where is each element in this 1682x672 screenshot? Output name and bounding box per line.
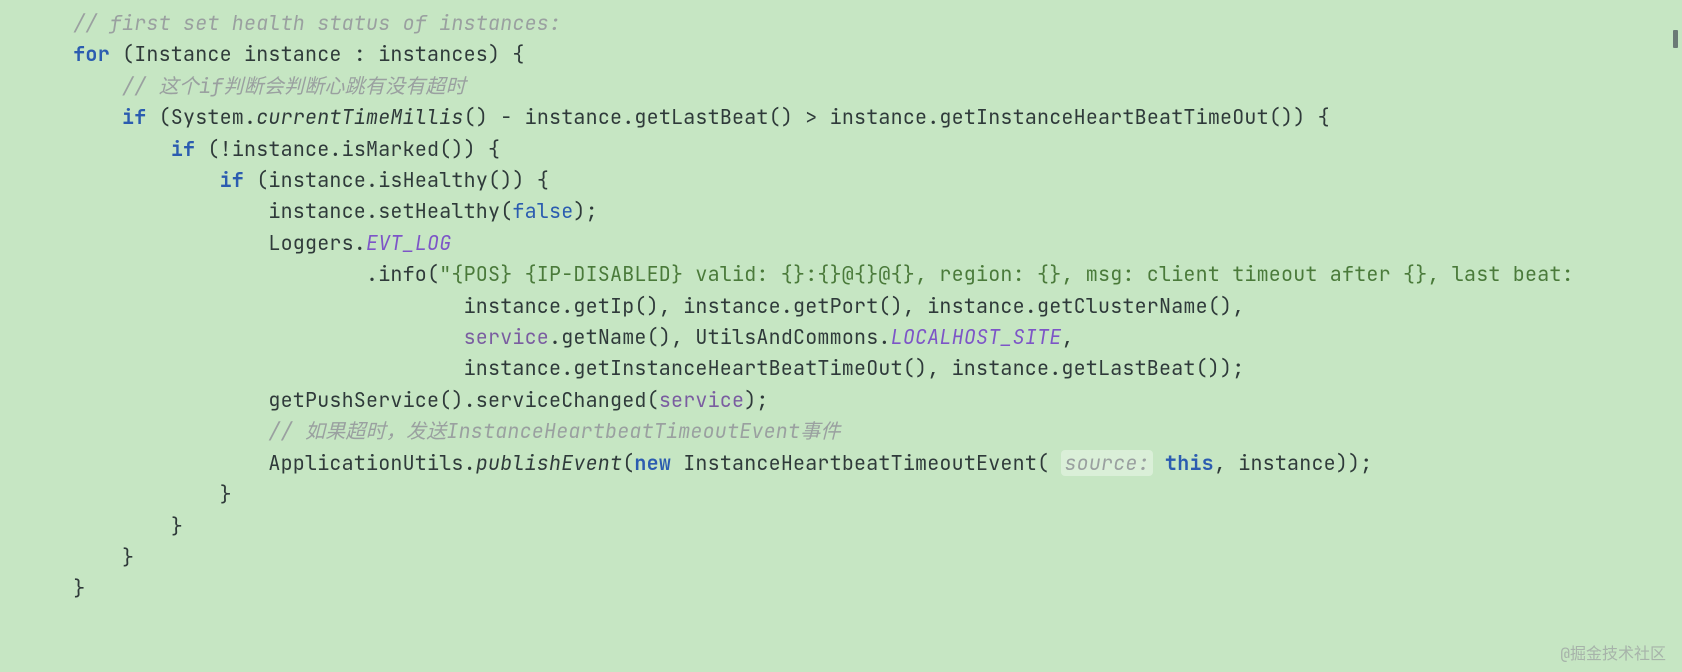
line: if (!instance.isMarked()) { bbox=[0, 136, 500, 162]
literal-false: false bbox=[512, 198, 573, 224]
comment-first-set: // first set health status of instances: bbox=[73, 10, 561, 36]
param-service: service bbox=[464, 324, 549, 350]
line: // first set health status of instances: bbox=[0, 10, 561, 36]
const-evt-log: EVT_LOG bbox=[366, 230, 451, 256]
kw-if: if bbox=[220, 167, 244, 193]
kw-this: this bbox=[1165, 450, 1214, 476]
line: instance.setHealthy(false); bbox=[0, 198, 598, 224]
brace-close: } bbox=[220, 481, 232, 507]
brace-close: } bbox=[73, 575, 85, 601]
line: ApplicationUtils.publishEvent(new Instan… bbox=[0, 450, 1372, 476]
inlay-hint-source: source: bbox=[1061, 450, 1152, 476]
line: instance.getInstanceHeartBeatTimeOut(), … bbox=[0, 355, 1244, 381]
line: // 这个if判断会判断心跳有没有超时 bbox=[0, 73, 466, 99]
line: Loggers.EVT_LOG bbox=[0, 230, 451, 256]
kw-for: for bbox=[73, 41, 110, 67]
kw-if: if bbox=[171, 136, 195, 162]
method-currentTimeMillis: currentTimeMillis bbox=[256, 104, 463, 130]
line: .info("{POS} {IP-DISABLED} valid: {}:{}@… bbox=[0, 261, 1574, 287]
kw-new: new bbox=[634, 450, 671, 476]
line: } bbox=[0, 513, 183, 539]
const-localhost-site: LOCALHOST_SITE bbox=[891, 324, 1062, 350]
line: } bbox=[0, 481, 232, 507]
line: getPushService().serviceChanged(service)… bbox=[0, 387, 769, 413]
line: instance.getIp(), instance.getPort(), in… bbox=[0, 293, 1244, 319]
brace-close: } bbox=[171, 513, 183, 539]
line: // 如果超时，发送InstanceHeartbeatTimeoutEvent事… bbox=[0, 418, 841, 444]
kw-if: if bbox=[122, 104, 146, 130]
param-service: service bbox=[659, 387, 744, 413]
string-log-format: "{POS} {IP-DISABLED} valid: {}:{}@{}@{},… bbox=[439, 261, 1574, 287]
line: if (instance.isHealthy()) { bbox=[0, 167, 549, 193]
brace-close: } bbox=[122, 544, 134, 570]
line: for (Instance instance : instances) { bbox=[0, 41, 525, 67]
comment-timeout-event-zh: // 如果超时，发送InstanceHeartbeatTimeoutEvent事… bbox=[268, 418, 840, 444]
line: if (System.currentTimeMillis() - instanc… bbox=[0, 104, 1330, 130]
code-block: // first set health status of instances:… bbox=[0, 0, 1682, 605]
watermark: @掘金技术社区 bbox=[1560, 640, 1666, 664]
scrollbar-track[interactable] bbox=[1668, 0, 1682, 672]
line: } bbox=[0, 575, 85, 601]
line: service.getName(), UtilsAndCommons.LOCAL… bbox=[0, 324, 1074, 350]
method-publishEvent: publishEvent bbox=[476, 450, 622, 476]
line: } bbox=[0, 544, 134, 570]
minimap-marker bbox=[1673, 30, 1678, 48]
comment-heartbeat-zh: // 这个if判断会判断心跳有没有超时 bbox=[122, 73, 466, 99]
